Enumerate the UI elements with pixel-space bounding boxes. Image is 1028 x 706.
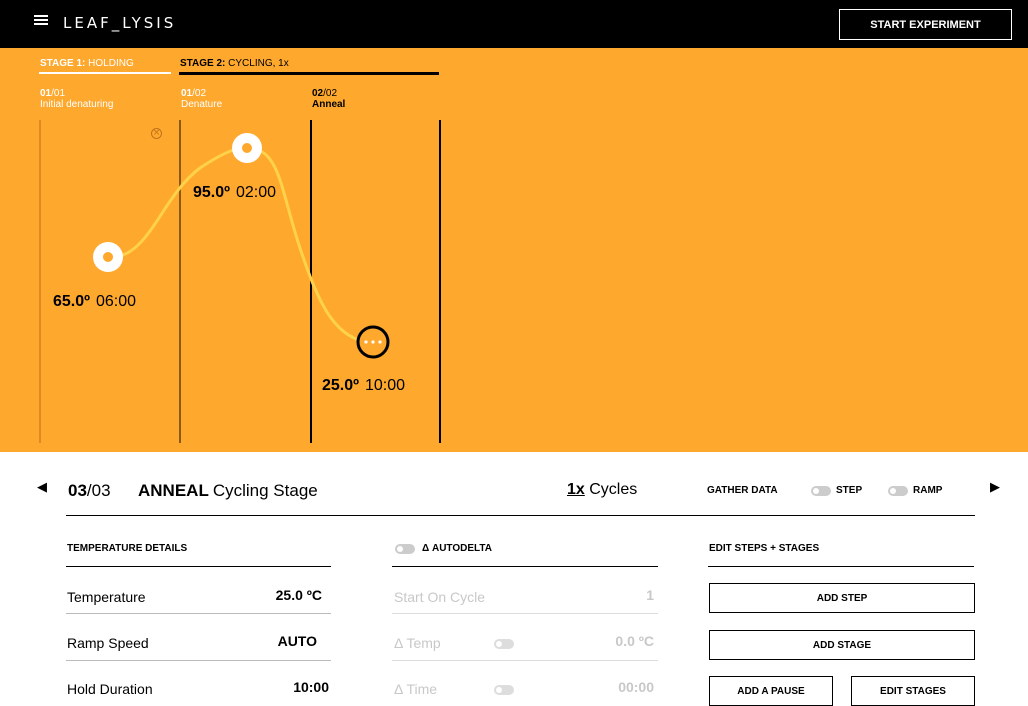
- delta-temp-toggle[interactable]: [494, 639, 514, 649]
- step-1-temp-time[interactable]: 65.0º 06:00: [53, 293, 136, 311]
- start-on-cycle-value[interactable]: 1: [604, 587, 654, 603]
- app-logo: LEAF_LYSIS: [63, 14, 177, 32]
- header-divider: [66, 515, 975, 516]
- row-rule: [392, 613, 658, 614]
- step-1-point[interactable]: [93, 242, 123, 272]
- delta-time-toggle[interactable]: [494, 685, 514, 695]
- add-pause-button[interactable]: ADD A PAUSE: [709, 676, 833, 706]
- row-rule: [392, 660, 658, 661]
- gather-data-label: GATHER DATA: [707, 485, 778, 496]
- start-experiment-button[interactable]: START EXPERIMENT: [839, 9, 1012, 40]
- prev-step-arrow-icon[interactable]: ◀: [37, 480, 47, 495]
- temperature-value[interactable]: 25.0 ºC: [231, 587, 322, 603]
- temperature-label: Temperature: [67, 589, 146, 605]
- step-counter: 03/03: [68, 481, 111, 500]
- temperature-curve: [93, 133, 390, 359]
- hold-duration-label: Hold Duration: [67, 681, 153, 697]
- step-title: ANNEAL Cycling Stage: [138, 481, 318, 500]
- autodelta-toggle[interactable]: [395, 544, 415, 554]
- next-step-arrow-icon[interactable]: ▶: [990, 480, 1000, 495]
- step-3-point-selected[interactable]: [356, 325, 390, 359]
- top-bar: LEAF_LYSIS START EXPERIMENT: [0, 0, 1028, 48]
- ramp-speed-label: Ramp Speed: [67, 635, 149, 651]
- protocol-canvas: STAGE 1: HOLDING STAGE 2: CYCLING, 1x 01…: [0, 48, 1028, 452]
- autodelta-rule: [392, 566, 658, 567]
- start-on-cycle-label: Start On Cycle: [394, 589, 486, 605]
- temperature-details-title: TEMPERATURE DETAILS: [67, 543, 188, 554]
- step-3-temp-time[interactable]: 25.0º 10:00: [322, 377, 405, 395]
- delta-time-value[interactable]: 00:00: [574, 679, 654, 695]
- cycles-control[interactable]: 1x Cycles: [567, 481, 637, 499]
- edit-stages-button[interactable]: EDIT STAGES: [851, 676, 975, 706]
- curve-line: [107, 146, 374, 346]
- ramp-speed-value[interactable]: AUTO: [231, 633, 317, 649]
- step-2-temp-time[interactable]: 95.0º 02:00: [193, 184, 276, 202]
- gather-step-toggle[interactable]: [811, 486, 831, 496]
- gather-ramp-toggle[interactable]: [888, 486, 908, 496]
- delta-temp-label: Δ Temp: [394, 635, 441, 651]
- gather-ramp-label: RAMP: [913, 485, 943, 496]
- add-stage-button[interactable]: ADD STAGE: [709, 630, 975, 660]
- gather-step-label: STEP: [836, 485, 863, 496]
- hold-duration-value[interactable]: 10:00: [231, 679, 329, 695]
- temperature-details-rule: [66, 566, 331, 567]
- delta-temp-value[interactable]: 0.0 ºC: [574, 633, 654, 649]
- delta-time-label: Δ Time: [394, 681, 438, 697]
- row-rule: [66, 613, 331, 614]
- edit-steps-stages-title: EDIT STEPS + STAGES: [709, 543, 820, 554]
- autodelta-title: Δ AUTODELTA: [422, 543, 492, 554]
- hamburger-menu-icon[interactable]: [34, 15, 48, 25]
- edit-rule: [708, 566, 974, 567]
- row-rule: [66, 660, 331, 661]
- step-2-point[interactable]: [232, 133, 262, 163]
- add-step-button[interactable]: ADD STEP: [709, 583, 975, 613]
